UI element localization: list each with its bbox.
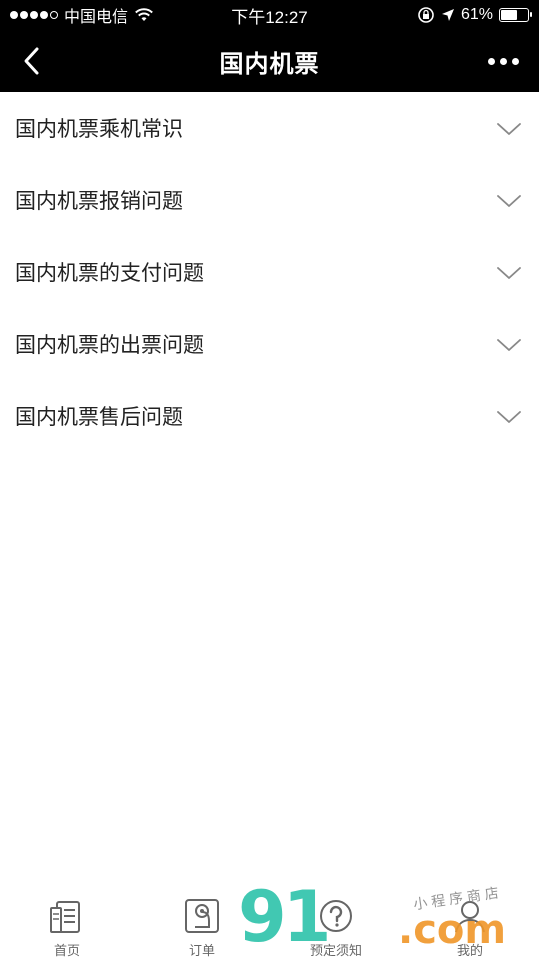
chevron-down-icon xyxy=(497,339,521,351)
tab-label: 预定须知 xyxy=(309,943,362,958)
nav-bar: 国内机票 xyxy=(0,30,539,92)
more-button[interactable] xyxy=(477,38,529,84)
chevron-down-icon xyxy=(497,267,521,279)
battery-icon xyxy=(499,8,532,22)
more-dot-icon xyxy=(511,57,519,65)
faq-item-boarding[interactable]: 国内机票乘机常识 xyxy=(0,92,539,164)
faq-item-after-sales[interactable]: 国内机票售后问题 xyxy=(0,380,539,452)
faq-item-label: 国内机票报销问题 xyxy=(15,190,183,213)
order-icon xyxy=(182,896,222,936)
tab-label: 订单 xyxy=(188,943,215,958)
battery-percent: 61% xyxy=(460,6,493,23)
chevron-down-icon xyxy=(497,411,521,423)
faq-item-label: 国内机票乘机常识 xyxy=(15,118,183,141)
status-bar: 中国电信 下午12:27 61% xyxy=(0,0,539,30)
tab-label: 首页 xyxy=(53,943,80,958)
page-title: 国内机票 xyxy=(219,50,320,78)
chevron-down-icon xyxy=(497,123,521,135)
tab-booking-notes[interactable]: 预定须知 xyxy=(296,896,376,960)
tab-bar: 首页 订单 预定须知 我的 xyxy=(0,890,539,960)
user-icon xyxy=(450,896,490,936)
tab-home[interactable]: 首页 xyxy=(27,896,107,960)
rotation-lock-icon xyxy=(418,7,434,23)
faq-list: 国内机票乘机常识 国内机票报销问题 国内机票的支付问题 国内机票的出票问题 国内… xyxy=(0,92,539,452)
status-right: 61% xyxy=(417,0,532,30)
faq-item-ticketing[interactable]: 国内机票的出票问题 xyxy=(0,308,539,380)
chevron-down-icon xyxy=(497,195,521,207)
battery-level-fill xyxy=(501,10,517,20)
more-dot-icon xyxy=(499,57,507,65)
more-dot-icon xyxy=(487,57,495,65)
faq-item-label: 国内机票的出票问题 xyxy=(15,334,204,357)
question-icon xyxy=(316,896,356,936)
tab-label: 我的 xyxy=(456,943,483,958)
faq-item-reimbursement[interactable]: 国内机票报销问题 xyxy=(0,164,539,236)
home-document-icon xyxy=(47,896,87,936)
faq-item-label: 国内机票的支付问题 xyxy=(15,262,204,285)
tab-orders[interactable]: 订单 xyxy=(162,896,242,960)
faq-item-payment[interactable]: 国内机票的支付问题 xyxy=(0,236,539,308)
tab-profile[interactable]: 我的 xyxy=(430,896,510,960)
faq-item-label: 国内机票售后问题 xyxy=(15,406,183,429)
location-arrow-icon xyxy=(441,9,454,21)
